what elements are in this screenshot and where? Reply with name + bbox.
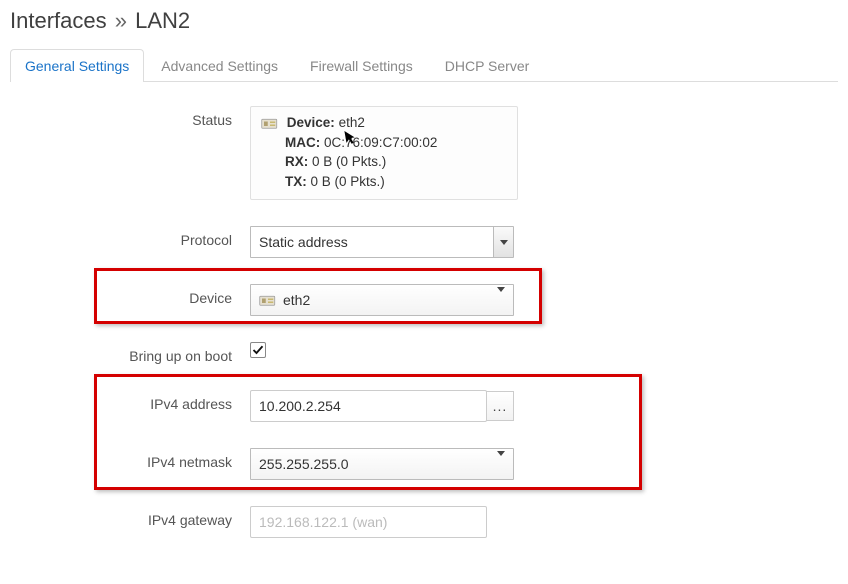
ipv4-address-input[interactable] <box>250 390 487 422</box>
label-status: Status <box>10 106 250 128</box>
status-tx-label: TX: <box>285 174 307 189</box>
label-device: Device <box>10 284 250 306</box>
device-select[interactable]: eth2 <box>250 284 514 316</box>
breadcrumb-sub: LAN2 <box>135 8 190 33</box>
nic-icon <box>261 116 279 130</box>
tab-general-settings[interactable]: General Settings <box>10 49 144 82</box>
device-selected: eth2 <box>283 292 310 308</box>
tabs: General Settings Advanced Settings Firew… <box>10 48 838 82</box>
tab-advanced-settings[interactable]: Advanced Settings <box>146 49 293 82</box>
status-mac-label: MAC: <box>285 135 320 150</box>
ipv4-address-more-button[interactable]: ... <box>486 391 514 421</box>
page-title: Interfaces » LAN2 <box>10 8 838 34</box>
ipv4-gateway-input[interactable] <box>250 506 487 538</box>
status-mac-value: 0C:76:09:C7:00:02 <box>324 135 437 150</box>
chevron-down-icon <box>497 292 505 308</box>
label-ipv4-address: IPv4 address <box>10 390 250 412</box>
label-ipv4-netmask: IPv4 netmask <box>10 448 250 470</box>
tab-dhcp-server[interactable]: DHCP Server <box>430 49 545 82</box>
nic-icon <box>259 294 277 307</box>
status-rx-label: RX: <box>285 154 308 169</box>
ipv4-netmask-selected: 255.255.255.0 <box>259 456 349 472</box>
breadcrumb-main: Interfaces <box>10 8 107 33</box>
chevron-down-icon <box>497 456 505 472</box>
bring-up-checkbox[interactable] <box>250 342 266 358</box>
tab-firewall-settings[interactable]: Firewall Settings <box>295 49 428 82</box>
protocol-selected: Static address <box>259 234 348 250</box>
label-bring-up: Bring up on boot <box>10 342 250 364</box>
protocol-select[interactable]: Static address <box>250 226 514 258</box>
label-protocol: Protocol <box>10 226 250 248</box>
label-ipv4-gateway: IPv4 gateway <box>10 506 250 528</box>
breadcrumb-sep: » <box>115 8 127 33</box>
chevron-down-icon <box>493 227 513 257</box>
ipv4-netmask-select[interactable]: 255.255.255.0 <box>250 448 514 480</box>
status-device-label: Device: <box>287 115 335 130</box>
status-tx-value: 0 B (0 Pkts.) <box>311 174 385 189</box>
status-box: Device: eth2 MAC: 0C:76:09:C7:00:02 RX: … <box>250 106 518 200</box>
status-rx-value: 0 B (0 Pkts.) <box>312 154 386 169</box>
